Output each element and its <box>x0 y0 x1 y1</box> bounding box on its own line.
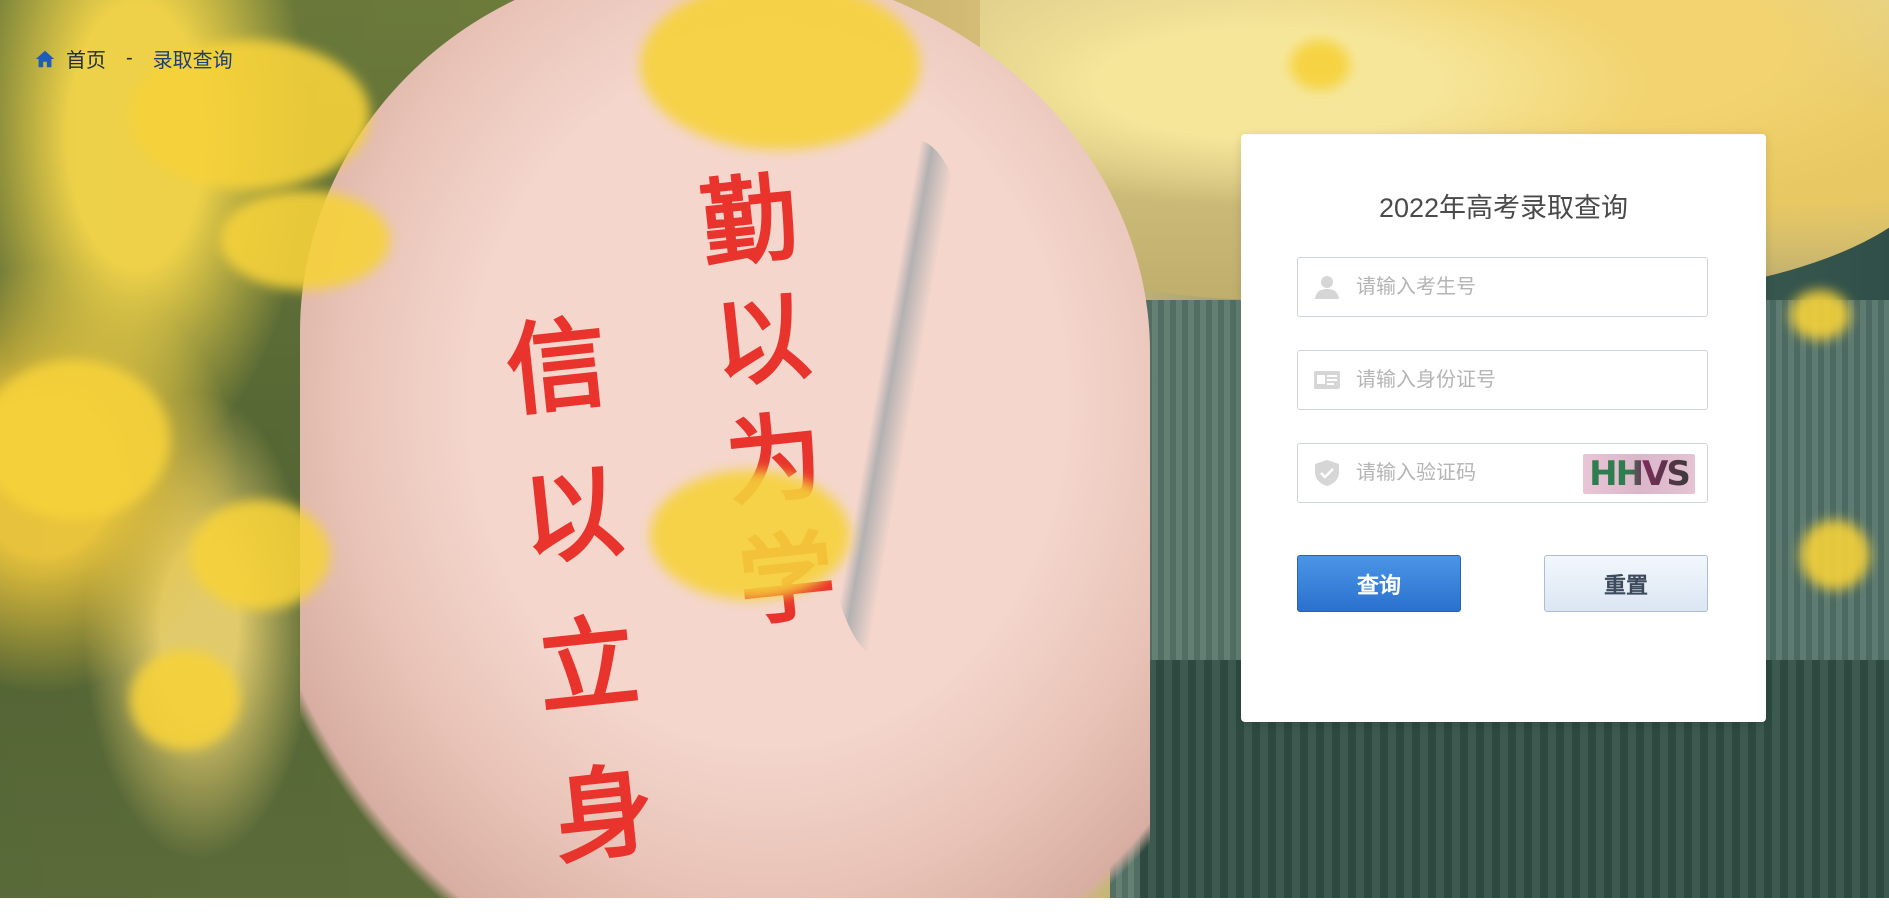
query-button[interactable]: 查询 <box>1297 555 1461 612</box>
id-number-field <box>1297 350 1708 410</box>
exam-number-input[interactable] <box>1356 258 1707 316</box>
card-title: 2022年高考录取查询 <box>1378 193 1629 223</box>
id-number-input[interactable] <box>1356 351 1707 409</box>
blurred-leaf <box>190 500 330 610</box>
breadcrumb-separator: - <box>126 47 133 69</box>
breadcrumb: 首页 - 录取查询 <box>34 44 233 73</box>
blurred-leaf <box>650 470 850 600</box>
captcha-text: HHVS <box>1589 454 1691 494</box>
admission-query-card: 2022年高考录取查询 HHVS 查询 重置 <box>1241 134 1766 722</box>
captcha-image[interactable]: HHVS <box>1583 454 1695 494</box>
home-icon[interactable] <box>34 48 56 70</box>
breadcrumb-current: 录取查询 <box>152 50 233 72</box>
id-card-icon <box>1314 371 1340 389</box>
user-icon <box>1315 276 1339 299</box>
reset-button[interactable]: 重置 <box>1544 555 1708 612</box>
exam-number-field <box>1297 257 1708 317</box>
captcha-field: HHVS <box>1297 443 1708 503</box>
shield-icon <box>1315 460 1339 486</box>
blurred-leaf <box>130 650 240 750</box>
blurred-leaf <box>1800 520 1870 590</box>
blurred-leaf <box>220 190 390 290</box>
captcha-input[interactable] <box>1356 444 1576 502</box>
blurred-leaf <box>1290 40 1350 90</box>
breadcrumb-home-link[interactable]: 首页 <box>66 44 106 73</box>
blurred-leaf <box>1790 290 1850 340</box>
